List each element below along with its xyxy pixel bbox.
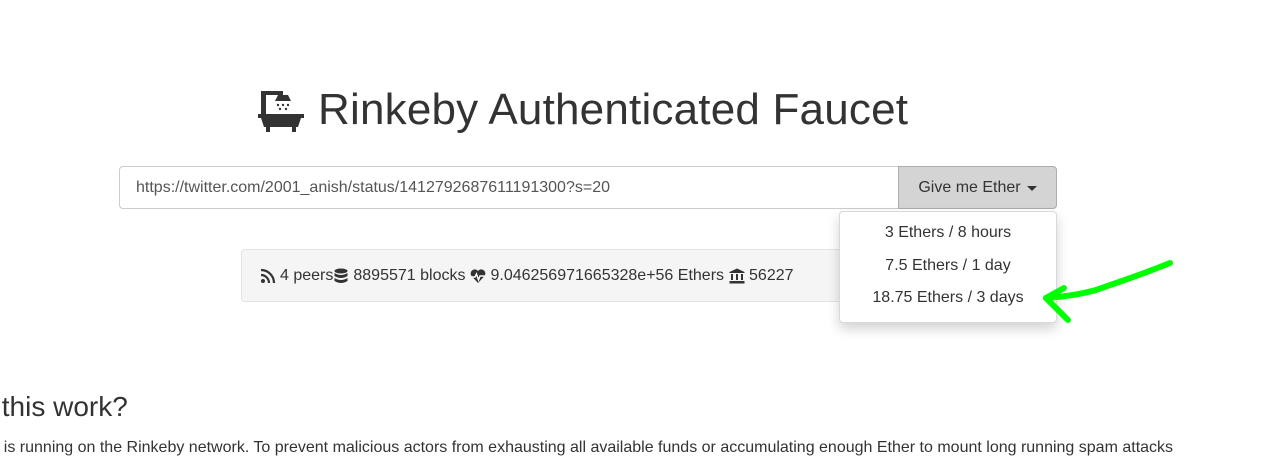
heartbeat-icon — [471, 268, 486, 283]
page-title-text: Rinkeby Authenticated Faucet — [318, 85, 909, 134]
rss-icon — [260, 268, 276, 283]
peers-count: 4 peers — [280, 266, 334, 284]
database-icon — [334, 268, 348, 283]
funds-available: 9.046256971665328e+56 Ethers — [490, 266, 725, 284]
give-me-ether-label: Give me Ether — [918, 178, 1021, 196]
annotation-arrow — [1043, 260, 1173, 323]
menu-item-7-5-ethers[interactable]: 7.5 Ethers / 1 day — [840, 250, 1056, 283]
page-title: Rinkeby Authenticated Faucet — [258, 84, 908, 136]
bath-icon — [258, 91, 304, 132]
blocks-count: 8895571 blocks — [353, 266, 466, 284]
give-me-ether-button[interactable]: Give me Ether — [898, 166, 1057, 209]
request-form: Give me Ether — [119, 166, 1057, 209]
ether-amount-menu: 3 Ethers / 8 hours 7.5 Ethers / 1 day 18… — [839, 211, 1057, 323]
menu-item-18-75-ethers[interactable]: 18.75 Ethers / 3 days — [840, 282, 1056, 315]
caret-down-icon — [1026, 186, 1037, 191]
tweet-url-input[interactable] — [119, 166, 899, 209]
section-heading: s this work? — [0, 391, 128, 422]
section-paragraph: et is running on the Rinkeby network. To… — [0, 439, 1174, 456]
funded-requests: 56227 — [749, 266, 794, 284]
network-stats: 4 peers 8895571 blocks 9.046256971665328… — [241, 249, 861, 302]
menu-item-3-ethers[interactable]: 3 Ethers / 8 hours — [840, 217, 1056, 250]
bank-icon — [729, 268, 745, 283]
